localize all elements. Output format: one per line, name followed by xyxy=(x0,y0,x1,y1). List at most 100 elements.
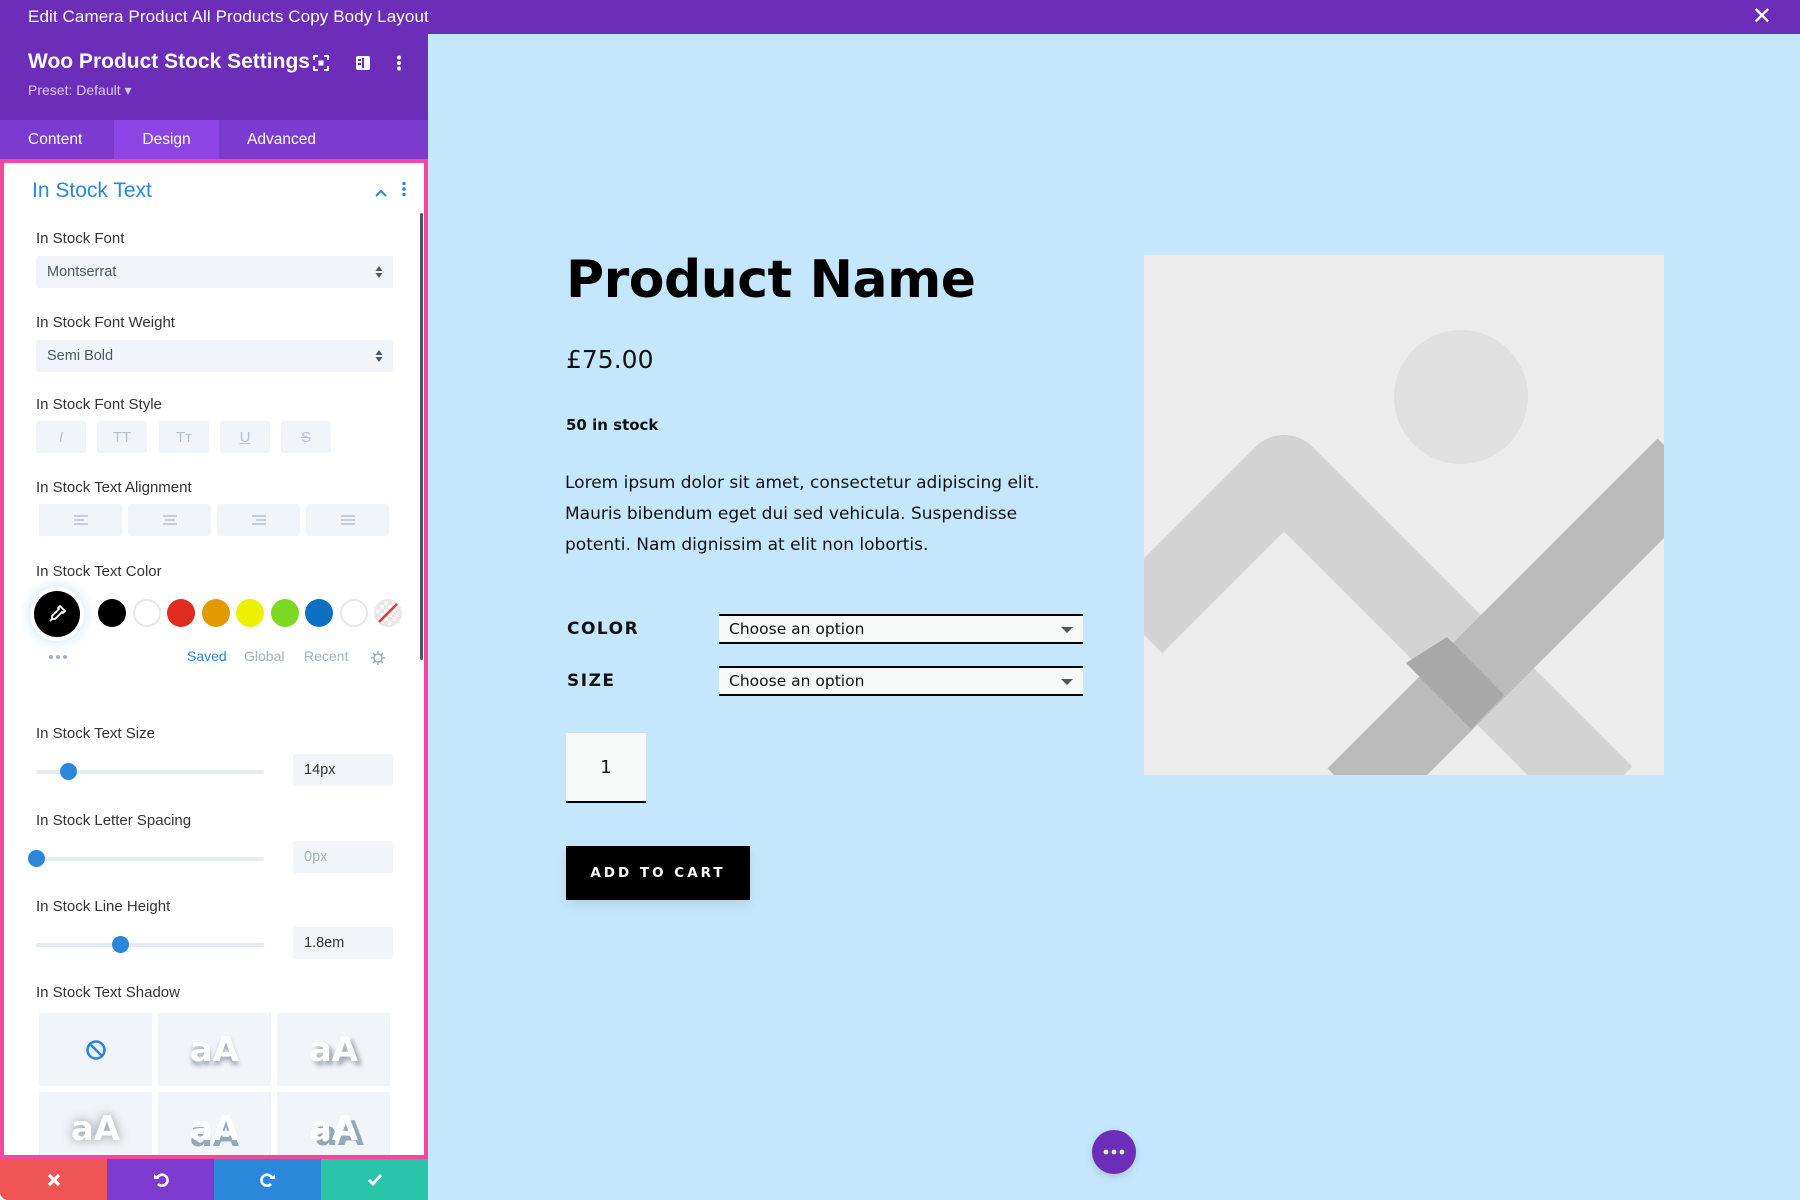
panel-tabs: Content Design Advanced xyxy=(0,120,428,159)
uppercase-icon: TT xyxy=(112,428,132,446)
tab-design[interactable]: Design xyxy=(114,120,219,159)
attribute-label-size: SIZE xyxy=(567,671,616,691)
font-weight-select[interactable]: Semi Bold xyxy=(36,340,393,372)
shadow-option-3[interactable]: aA xyxy=(39,1092,152,1155)
font-label: In Stock Font xyxy=(36,230,125,247)
window-title-bar: Edit Camera Product All Products Copy Bo… xyxy=(0,0,1800,34)
color-swatch[interactable] xyxy=(305,599,333,627)
align-center-button[interactable] xyxy=(128,504,211,536)
slider-handle[interactable] xyxy=(59,763,77,780)
settings-panel: Woo Product Stock Settings Preset: Defau… xyxy=(0,34,428,1200)
underline-button[interactable]: U xyxy=(220,421,270,453)
underline-icon: U xyxy=(239,428,251,446)
color-swatch[interactable] xyxy=(236,599,264,627)
palette-tab-recent[interactable]: Recent xyxy=(304,648,348,664)
product-image-placeholder xyxy=(1144,255,1664,775)
uppercase-button[interactable]: TT xyxy=(97,421,147,453)
product-title: Product Name xyxy=(566,250,976,310)
strikethrough-button[interactable]: S xyxy=(281,421,331,453)
panel-header: Woo Product Stock Settings Preset: Defau… xyxy=(0,34,428,120)
page-options-button[interactable] xyxy=(1092,1130,1136,1174)
gear-icon[interactable] xyxy=(370,650,386,666)
color-swatch[interactable] xyxy=(167,599,195,627)
redo-icon xyxy=(259,1172,275,1187)
capitalize-button[interactable]: Tт xyxy=(159,421,209,453)
font-style-label: In Stock Font Style xyxy=(36,396,162,413)
preset-dropdown[interactable]: Preset: Default ▾ xyxy=(28,82,132,99)
letter-spacing-slider[interactable] xyxy=(28,850,264,867)
more-vertical-icon[interactable] xyxy=(388,52,410,74)
chevron-up-icon[interactable] xyxy=(374,183,392,201)
color-swatch[interactable] xyxy=(339,599,368,627)
shadow-option-4[interactable]: aA xyxy=(158,1092,271,1155)
line-height-label: In Stock Line Height xyxy=(36,898,171,915)
letter-spacing-input[interactable]: 0px xyxy=(293,841,393,873)
save-button[interactable] xyxy=(321,1159,428,1200)
section-title[interactable]: In Stock Text xyxy=(32,179,152,203)
check-icon xyxy=(367,1173,382,1186)
product-description: Lorem ipsum dolor sit amet, consectetur … xyxy=(565,473,1040,555)
tab-content[interactable]: Content xyxy=(0,120,114,159)
align-justify-icon xyxy=(340,515,355,525)
capitalize-icon: Tт xyxy=(175,428,193,446)
color-swatch[interactable] xyxy=(374,599,402,627)
panel-scrollbar[interactable] xyxy=(420,213,423,660)
text-size-input[interactable]: 14px xyxy=(293,754,393,786)
strikethrough-icon: S xyxy=(300,428,311,446)
size-select[interactable]: Choose an option xyxy=(719,666,1083,696)
color-swatch[interactable] xyxy=(270,599,299,627)
shadow-option-2[interactable]: aA xyxy=(277,1013,390,1086)
alignment-label: In Stock Text Alignment xyxy=(36,479,192,496)
more-colors-icon[interactable] xyxy=(48,654,68,660)
align-left-button[interactable] xyxy=(39,504,122,536)
slider-handle[interactable] xyxy=(28,850,45,867)
line-height-slider[interactable] xyxy=(36,936,264,953)
font-value: Montserrat xyxy=(47,264,117,280)
text-shadow-label: In Stock Text Shadow xyxy=(36,984,180,1001)
dropdown-arrow-icon xyxy=(1061,627,1073,633)
font-select[interactable]: Montserrat xyxy=(36,256,393,288)
close-icon[interactable]: ✕ xyxy=(1752,4,1772,28)
palette-tab-global[interactable]: Global xyxy=(244,648,284,664)
align-center-icon xyxy=(162,515,177,525)
select-arrows-icon xyxy=(375,350,383,362)
color-swatch[interactable] xyxy=(132,599,161,627)
italic-icon: I xyxy=(58,428,64,446)
italic-button[interactable]: I xyxy=(36,421,86,453)
shadow-option-5[interactable]: aA xyxy=(277,1092,390,1155)
product-price: £75.00 xyxy=(566,345,654,374)
color-swatch[interactable] xyxy=(98,599,126,627)
shadow-option-none[interactable] xyxy=(39,1013,152,1086)
undo-icon xyxy=(153,1172,169,1187)
line-height-input[interactable]: 1.8em xyxy=(293,927,393,959)
text-size-slider[interactable] xyxy=(36,763,264,780)
color-swatch[interactable] xyxy=(201,599,230,627)
slider-handle[interactable] xyxy=(112,936,130,953)
dropdown-arrow-icon xyxy=(1061,679,1073,685)
more-horizontal-icon xyxy=(1103,1149,1125,1155)
discard-button[interactable] xyxy=(0,1159,107,1200)
fullscreen-icon[interactable] xyxy=(310,52,332,74)
section-more-icon[interactable] xyxy=(402,181,412,201)
stock-status[interactable]: 50 in stock xyxy=(566,416,658,434)
shadow-option-1[interactable]: aA xyxy=(158,1013,271,1086)
size-select-value: Choose an option xyxy=(729,672,865,690)
align-justify-button[interactable] xyxy=(306,504,389,536)
panel-action-bar xyxy=(0,1159,428,1200)
panel-title: Woo Product Stock Settings xyxy=(28,50,310,73)
close-icon xyxy=(47,1173,60,1186)
color-select-value: Choose an option xyxy=(729,620,865,638)
color-picker-button[interactable] xyxy=(34,591,80,637)
window-title: Edit Camera Product All Products Copy Bo… xyxy=(28,7,429,26)
split-view-icon[interactable] xyxy=(352,52,374,74)
redo-button[interactable] xyxy=(214,1159,321,1200)
add-to-cart-button[interactable]: ADD TO CART xyxy=(566,846,750,900)
undo-button[interactable] xyxy=(107,1159,214,1200)
no-color-icon xyxy=(378,603,398,623)
tab-advanced[interactable]: Advanced xyxy=(219,120,316,159)
palette-tab-saved[interactable]: Saved xyxy=(187,648,227,664)
quantity-input[interactable]: 1 xyxy=(566,733,646,803)
color-select[interactable]: Choose an option xyxy=(719,614,1083,644)
align-right-icon xyxy=(251,515,266,525)
align-right-button[interactable] xyxy=(217,504,300,536)
